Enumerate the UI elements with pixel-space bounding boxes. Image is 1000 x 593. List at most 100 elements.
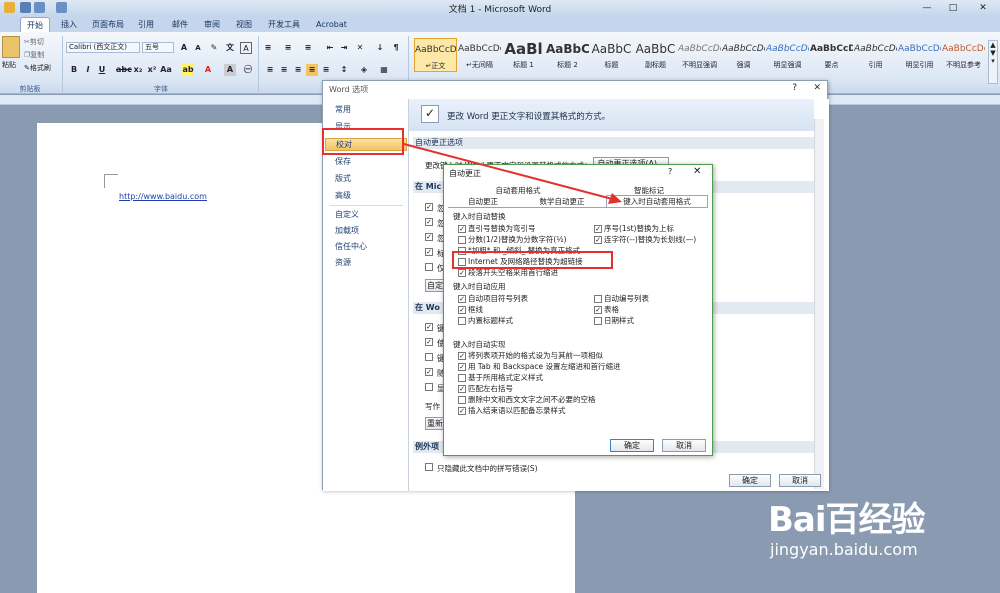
options-ok-button[interactable]: 确定 xyxy=(729,474,771,487)
increase-indent-icon[interactable]: ⇥ xyxy=(338,42,350,54)
format-painter-button[interactable]: ✎格式刷 xyxy=(24,63,51,73)
help-button[interactable]: ? xyxy=(792,83,797,93)
option-fractions[interactable]: 分数(1/2)替换为分数字符(½) xyxy=(458,234,567,245)
recheck-document-button[interactable]: 重新 xyxy=(425,417,445,430)
shading-icon[interactable]: ◈ xyxy=(358,64,370,76)
paste-icon[interactable] xyxy=(2,36,20,58)
option-hyphens-dash[interactable]: ✓ 连字符(--)替换为长划线(—) xyxy=(594,234,696,245)
checkbox[interactable] xyxy=(458,317,466,325)
numbering-icon[interactable]: ≡ xyxy=(282,42,294,54)
italic-icon[interactable]: I xyxy=(82,64,94,76)
style-title[interactable]: AaBbC 标题 xyxy=(590,38,633,72)
style-normal[interactable]: AaBbCcDd ↵正文 xyxy=(414,38,457,72)
highlight-icon[interactable]: ab xyxy=(182,64,194,76)
show-marks-icon[interactable]: ¶ xyxy=(390,42,402,54)
minimize-button[interactable]: — xyxy=(914,0,940,16)
enclose-char-icon[interactable]: ㊀ xyxy=(242,64,254,76)
align-center-icon[interactable]: ≡ xyxy=(278,64,290,76)
option-ordinals[interactable]: ✓ 序号(1st)替换为上标 xyxy=(594,223,674,234)
close-button[interactable]: ✕ xyxy=(966,0,1000,16)
nav-trust-center[interactable]: 信任中心 xyxy=(335,241,367,254)
document-hyperlink[interactable]: http://www.baidu.com xyxy=(119,192,207,201)
grow-font-icon[interactable]: A xyxy=(178,42,190,54)
style-strong[interactable]: AaBbCcDd 要点 xyxy=(810,38,853,72)
office-option-3-checkbox[interactable]: ✓ xyxy=(425,233,433,241)
checkbox[interactable] xyxy=(594,295,602,303)
justify-icon[interactable]: ≡ xyxy=(306,64,318,76)
style-subtle-emphasis[interactable]: AaBbCcDd 不明显强调 xyxy=(678,38,721,72)
bullets-icon[interactable]: ≡ xyxy=(262,42,274,54)
copy-button[interactable]: ❐复制 xyxy=(24,50,44,60)
checkbox[interactable] xyxy=(458,236,466,244)
style-heading-2[interactable]: AaBbC 标题 2 xyxy=(546,38,589,72)
autocorrect-ok-button[interactable]: 确定 xyxy=(610,439,654,452)
paste-label[interactable]: 粘贴 xyxy=(2,60,16,70)
font-size-select[interactable]: 五号 xyxy=(142,42,174,53)
checkbox[interactable] xyxy=(458,374,466,382)
style-no-spacing[interactable]: AaBbCcDd ↵无间隔 xyxy=(458,38,501,72)
style-intense-quote[interactable]: AaBbCcDd 明显引用 xyxy=(898,38,941,72)
tab-review[interactable]: 审阅 xyxy=(198,17,226,32)
tab-page-layout[interactable]: 页面布局 xyxy=(86,17,130,32)
maximize-button[interactable]: □ xyxy=(940,0,966,16)
style-intense-emphasis[interactable]: AaBbCcDd 明显强调 xyxy=(766,38,809,72)
nav-layout[interactable]: 版式 xyxy=(335,173,351,186)
decrease-indent-icon[interactable]: ⇤ xyxy=(324,42,336,54)
tab-references[interactable]: 引用 xyxy=(132,17,160,32)
checkbox[interactable]: ✓ xyxy=(458,385,466,393)
checkbox[interactable]: ✓ xyxy=(594,225,602,233)
checkbox[interactable] xyxy=(594,317,602,325)
option-heading-styles[interactable]: 内置标题样式 xyxy=(458,315,513,326)
change-case-icon[interactable]: Aa xyxy=(160,64,172,76)
office-option-4-checkbox[interactable]: ✓ xyxy=(425,248,433,256)
multilevel-list-icon[interactable]: ≡ xyxy=(302,42,314,54)
tab-view[interactable]: 视图 xyxy=(230,17,258,32)
office-option-2-checkbox[interactable]: ✓ xyxy=(425,218,433,226)
checkbox[interactable]: ✓ xyxy=(458,306,466,314)
nav-resources[interactable]: 资源 xyxy=(335,257,351,270)
bold-icon[interactable]: B xyxy=(68,64,80,76)
strikethrough-icon[interactable]: abc xyxy=(116,64,132,76)
help-button[interactable]: ? xyxy=(668,167,672,176)
superscript-icon[interactable]: x² xyxy=(146,64,158,76)
option-list-format[interactable]: ✓ 将列表项开始的格式设为与其前一项相似 xyxy=(458,350,603,361)
style-subtle-reference[interactable]: AaBbCcDd 不明显参考 xyxy=(942,38,985,72)
word-option-1-checkbox[interactable]: ✓ xyxy=(425,323,433,331)
option-match-parentheses[interactable]: ✓ 匹配左右括号 xyxy=(458,383,513,394)
style-subtitle[interactable]: AaBbC 副标题 xyxy=(634,38,677,72)
align-left-icon[interactable]: ≡ xyxy=(264,64,276,76)
nav-popular[interactable]: 常用 xyxy=(335,104,351,117)
close-button[interactable]: ✕ xyxy=(813,83,821,93)
option-tab-backspace-indent[interactable]: ✓ 用 Tab 和 Backspace 设置左缩进和首行缩进 xyxy=(458,361,620,372)
checkbox[interactable]: ✓ xyxy=(594,306,602,314)
close-button[interactable]: ✕ xyxy=(693,166,701,177)
option-remove-spaces[interactable]: 删除中文和西文文字之间不必要的空格 xyxy=(458,394,596,405)
shrink-font-icon[interactable]: A xyxy=(192,42,204,54)
word-option-5-checkbox[interactable] xyxy=(425,383,433,391)
cut-button[interactable]: ✂剪切 xyxy=(24,37,44,47)
line-spacing-icon[interactable]: ↕ xyxy=(338,64,350,76)
checkbox[interactable]: ✓ xyxy=(458,352,466,360)
distributed-icon[interactable]: ≡ xyxy=(320,64,332,76)
word-option-3-checkbox[interactable] xyxy=(425,353,433,361)
borders-icon[interactable]: ▦ xyxy=(378,64,390,76)
checkbox[interactable]: ✓ xyxy=(458,407,466,415)
char-shading-icon[interactable]: A xyxy=(224,64,236,76)
option-date-styles[interactable]: 日期样式 xyxy=(594,315,634,326)
style-quote[interactable]: AaBbCcDd 引用 xyxy=(854,38,897,72)
option-define-styles[interactable]: 基于所用格式定义样式 xyxy=(458,372,543,383)
autocorrect-cancel-button[interactable]: 取消 xyxy=(662,439,706,452)
nav-addins[interactable]: 加载项 xyxy=(335,225,359,238)
options-scrollbar[interactable] xyxy=(814,119,824,489)
option-bulleted-lists[interactable]: ✓ 自动项目符号列表 xyxy=(458,293,528,304)
nav-advanced[interactable]: 高级 xyxy=(335,190,351,203)
chinese-layout-icon[interactable]: ✕ xyxy=(354,42,366,54)
checkbox[interactable] xyxy=(458,396,466,404)
underline-icon[interactable]: U xyxy=(96,64,108,76)
font-name-select[interactable]: Calibri (西文正文) xyxy=(66,42,140,53)
checkbox[interactable]: ✓ xyxy=(458,225,466,233)
styles-scroll-icon[interactable]: ▲ ▼ ▾ xyxy=(988,40,998,84)
checkbox[interactable]: ✓ xyxy=(458,295,466,303)
office-option-5-checkbox[interactable] xyxy=(425,263,433,271)
subscript-icon[interactable]: x₂ xyxy=(132,64,144,76)
